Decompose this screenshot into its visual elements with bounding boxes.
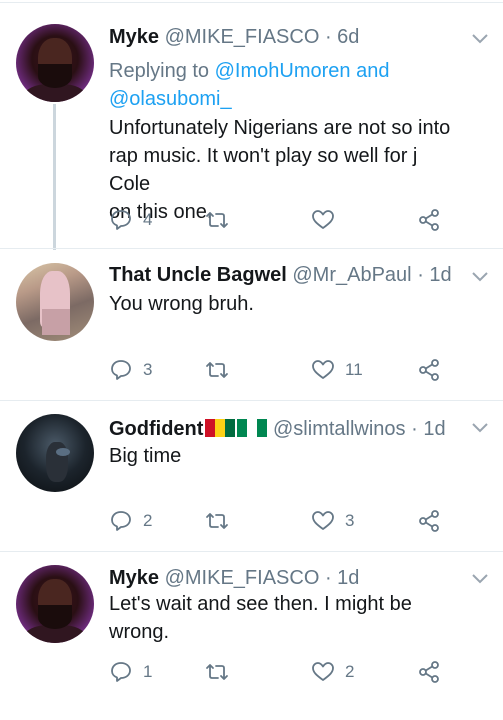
mention-link[interactable]: @olasubomi_ bbox=[109, 88, 232, 110]
tweet-text-line: Let's wait and see then. I might be bbox=[109, 593, 412, 615]
heart-icon bbox=[312, 360, 334, 379]
share-button[interactable] bbox=[417, 208, 441, 232]
replying-to: Replying to @ImohUmoren and @olasubomi_ bbox=[109, 57, 463, 113]
reply-icon bbox=[111, 511, 131, 531]
thread-line bbox=[53, 104, 56, 250]
retweet-button[interactable] bbox=[205, 509, 229, 533]
reply-count: 3 bbox=[143, 360, 153, 379]
retweet-button[interactable] bbox=[205, 660, 229, 684]
tweet-3[interactable]: Godfident @slimtallwinos · 1d Big time 2… bbox=[0, 401, 503, 551]
tweet-4[interactable]: Myke @MIKE_FIASCO · 1d Let's wait and se… bbox=[0, 552, 503, 720]
author-handle[interactable]: @MIKE_FIASCO bbox=[165, 567, 320, 589]
reply-icon bbox=[111, 210, 131, 230]
chevron-down-icon[interactable] bbox=[472, 423, 488, 433]
chevron-down-icon[interactable] bbox=[472, 272, 488, 282]
share-button[interactable] bbox=[417, 660, 441, 684]
author-name[interactable]: Myke bbox=[109, 26, 159, 48]
retweet-button[interactable] bbox=[205, 208, 229, 232]
retweet-icon bbox=[206, 362, 228, 378]
chevron-down-icon[interactable] bbox=[472, 34, 488, 44]
like-count: 2 bbox=[345, 662, 355, 681]
share-icon bbox=[419, 510, 439, 532]
heart-icon bbox=[312, 511, 334, 530]
like-button[interactable] bbox=[311, 208, 335, 232]
share-icon bbox=[419, 359, 439, 381]
author-handle[interactable]: @MIKE_FIASCO bbox=[165, 26, 320, 48]
replying-label: Replying to bbox=[109, 60, 210, 82]
like-count: 11 bbox=[345, 360, 363, 379]
share-button[interactable] bbox=[417, 358, 441, 382]
author-handle[interactable]: @slimtallwinos bbox=[273, 418, 406, 440]
tweet-text: Let's wait and see then. I might be wron… bbox=[109, 590, 463, 646]
retweet-icon bbox=[206, 212, 228, 228]
avatar[interactable] bbox=[16, 263, 94, 341]
tweet-text: Big time bbox=[109, 442, 463, 470]
author-name[interactable]: Godfident bbox=[109, 418, 203, 440]
avatar[interactable] bbox=[16, 24, 94, 102]
tweet-text-line: wrong. bbox=[109, 621, 170, 643]
tweet-text-line: Big time bbox=[109, 445, 182, 467]
avatar[interactable] bbox=[16, 565, 94, 643]
mention-link[interactable]: @ImohUmoren and bbox=[215, 60, 390, 82]
tweet-time[interactable]: · 6d bbox=[325, 26, 359, 48]
ghana-flag-icon bbox=[205, 418, 236, 437]
author-name[interactable]: That Uncle Bagwel bbox=[109, 264, 287, 286]
reply-count: 4 bbox=[143, 210, 153, 229]
tweet-time[interactable]: · 1d bbox=[325, 567, 359, 589]
like-button[interactable]: 2 bbox=[311, 660, 354, 684]
reply-button[interactable]: 2 bbox=[109, 509, 152, 533]
like-button[interactable]: 11 bbox=[311, 358, 363, 382]
share-icon bbox=[419, 209, 439, 231]
tweet-text-line: rap music. It won't play so well for j C… bbox=[109, 145, 418, 195]
reply-count: 2 bbox=[143, 511, 153, 530]
like-button[interactable]: 3 bbox=[311, 509, 354, 533]
tweet-1[interactable]: Myke @MIKE_FIASCO · 6d Replying to @Imoh… bbox=[0, 0, 503, 250]
heart-icon bbox=[312, 210, 334, 229]
retweet-icon bbox=[206, 664, 228, 680]
retweet-icon bbox=[206, 513, 228, 529]
nigeria-flag-icon bbox=[237, 418, 268, 437]
tweet-text-line: Unfortunately Nigerians are not so into bbox=[109, 117, 451, 139]
tweet-text: You wrong bruh. bbox=[109, 290, 463, 318]
divider bbox=[0, 248, 503, 249]
reply-icon bbox=[111, 662, 131, 682]
tweet-time[interactable]: · 1d bbox=[411, 418, 445, 440]
reply-icon bbox=[111, 360, 131, 380]
avatar[interactable] bbox=[16, 414, 94, 492]
author-name[interactable]: Myke bbox=[109, 567, 159, 589]
tweet-2[interactable]: That Uncle Bagwel @Mr_AbPaul · 1d You wr… bbox=[0, 250, 503, 400]
reply-count: 1 bbox=[143, 662, 153, 681]
heart-icon bbox=[312, 662, 334, 681]
share-button[interactable] bbox=[417, 509, 441, 533]
tweet-text-line: You wrong bruh. bbox=[109, 293, 254, 315]
author-handle[interactable]: @Mr_AbPaul bbox=[292, 264, 411, 286]
reply-button[interactable]: 1 bbox=[109, 660, 152, 684]
share-icon bbox=[419, 661, 439, 683]
chevron-down-icon[interactable] bbox=[472, 574, 488, 584]
retweet-button[interactable] bbox=[205, 358, 229, 382]
reply-button[interactable]: 3 bbox=[109, 358, 152, 382]
tweet-time[interactable]: · 1d bbox=[417, 264, 451, 286]
like-count: 3 bbox=[345, 511, 355, 530]
reply-button[interactable]: 4 bbox=[109, 208, 152, 232]
